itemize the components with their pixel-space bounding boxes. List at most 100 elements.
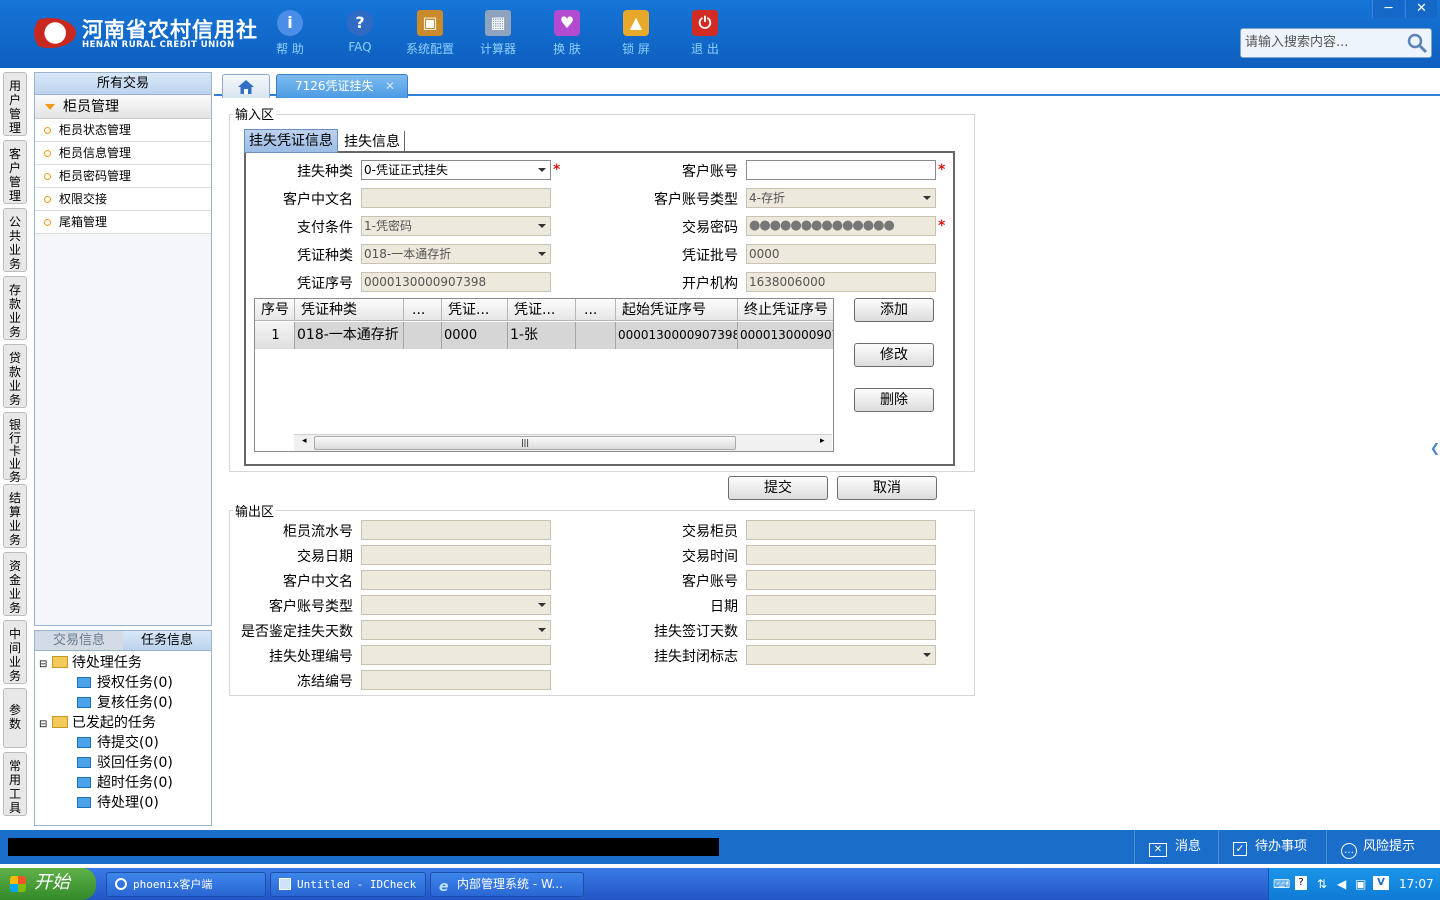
account-type-select[interactable]: 4-存折 bbox=[746, 188, 936, 208]
taskbar-item-idcheck[interactable]: Untitled - IDCheck bbox=[270, 872, 426, 897]
col-header[interactable]: 终止凭证序号 bbox=[738, 299, 833, 321]
label-freeze-no: 冻结编号 bbox=[297, 674, 353, 690]
col-header[interactable]: 凭证... bbox=[442, 299, 508, 321]
tab-trade-info[interactable]: 交易信息 bbox=[35, 631, 123, 650]
col-header[interactable]: ... bbox=[576, 299, 616, 321]
nav-item-teller-status[interactable]: 柜员状态管理 bbox=[35, 119, 211, 142]
voucher-seq-input[interactable]: 0000130000907398 bbox=[361, 272, 551, 292]
tab-task-info[interactable]: 任务信息 bbox=[123, 631, 211, 650]
tree-initiated[interactable]: ⊟ 已发起的任务 bbox=[39, 713, 156, 735]
home-tab[interactable] bbox=[222, 74, 270, 98]
app-icon bbox=[279, 878, 291, 890]
label-out-account-type: 客户账号类型 bbox=[269, 599, 353, 615]
submit-button[interactable]: 提交 bbox=[728, 476, 828, 500]
v-icon[interactable]: V bbox=[1373, 876, 1389, 890]
tree-review[interactable]: 复核任务(0) bbox=[77, 693, 173, 713]
close-flag-select[interactable] bbox=[746, 645, 936, 665]
chat-icon: … bbox=[1341, 843, 1357, 859]
account-input[interactable] bbox=[746, 160, 936, 180]
vtab-card[interactable]: 银行卡业务 bbox=[3, 412, 27, 484]
vtab-deposit[interactable]: 存款业务 bbox=[3, 276, 27, 340]
close-window-button[interactable]: ✕ bbox=[1405, 0, 1437, 18]
todo-button[interactable]: ✓ 待办事项 bbox=[1218, 830, 1322, 864]
help-tray-icon[interactable]: ? bbox=[1295, 876, 1307, 890]
help-button[interactable]: i帮 助 bbox=[255, 8, 325, 60]
col-header[interactable]: 起始凭证序号 bbox=[616, 299, 738, 321]
faq-button[interactable]: ? FAQ bbox=[325, 8, 395, 60]
nav-item-tail-box[interactable]: 尾箱管理 bbox=[35, 211, 211, 234]
col-header[interactable]: 序号 bbox=[255, 299, 295, 321]
task-icon bbox=[77, 697, 91, 708]
tab-loss-info[interactable]: 挂失信息 bbox=[340, 131, 405, 153]
vtab-settlement[interactable]: 结算业务 bbox=[3, 484, 27, 548]
col-header[interactable]: ... bbox=[404, 299, 442, 321]
nav-item-teller-info[interactable]: 柜员信息管理 bbox=[35, 142, 211, 165]
tree-timeout[interactable]: 超时任务(0) bbox=[77, 773, 173, 793]
voucher-type-select[interactable]: 018-一本通存折 bbox=[361, 244, 551, 264]
tree-pending[interactable]: ⊟ 待处理任务 bbox=[39, 653, 142, 675]
task-icon bbox=[77, 677, 91, 688]
pay-condition-select[interactable]: 1-凭密码 bbox=[361, 216, 551, 236]
nav-group-teller[interactable]: 柜员管理 bbox=[35, 95, 211, 119]
start-button[interactable]: 开始 bbox=[0, 868, 96, 900]
edit-button[interactable]: 修改 bbox=[854, 343, 934, 367]
tree-to-process[interactable]: 待处理(0) bbox=[77, 793, 159, 813]
label-out-account: 客户账号 bbox=[682, 574, 738, 590]
messages-button[interactable]: ✕ 消息 bbox=[1134, 830, 1214, 864]
vtab-public[interactable]: 公共业务 bbox=[3, 208, 27, 272]
tab-voucher-info[interactable]: 挂失凭证信息 bbox=[244, 129, 338, 153]
out-account-type-select[interactable] bbox=[361, 595, 551, 615]
password-input[interactable]: ●●●●●●●●●●●●●● bbox=[746, 216, 936, 236]
horizontal-scrollbar[interactable]: ◂ ||| ▸ bbox=[294, 434, 832, 451]
vtab-params[interactable]: 参数 bbox=[3, 688, 27, 748]
sign-days-field bbox=[746, 620, 936, 640]
lock-button[interactable]: ▲ 锁 屏 bbox=[601, 8, 671, 60]
label-out-customer-name: 客户中文名 bbox=[283, 574, 353, 590]
vtab-customer[interactable]: 客户管理 bbox=[3, 140, 27, 204]
label-voucher-type: 凭证种类 bbox=[297, 248, 353, 264]
vtab-user[interactable]: 用户管理 bbox=[3, 72, 27, 136]
tab-voucher-loss[interactable]: 7126凭证挂失 ✕ bbox=[276, 74, 408, 98]
nav-item-permission-handover[interactable]: 权限交接 bbox=[35, 188, 211, 211]
scroll-thumb[interactable]: ||| bbox=[314, 436, 736, 450]
scroll-left-icon[interactable]: ◂ bbox=[302, 436, 307, 446]
status-message-area bbox=[8, 838, 719, 856]
close-tab-icon[interactable]: ✕ bbox=[385, 75, 395, 97]
network-icon[interactable]: ⇅ bbox=[1317, 868, 1327, 900]
search-input[interactable]: 请输入搜索内容... bbox=[1240, 28, 1432, 58]
loss-type-select[interactable]: 0-凭证正式挂失 bbox=[361, 160, 551, 180]
vtab-middle[interactable]: 中间业务 bbox=[3, 620, 27, 684]
minimize-button[interactable]: ─ bbox=[1372, 0, 1404, 18]
search-icon[interactable] bbox=[1405, 31, 1429, 55]
out-account-field bbox=[746, 570, 936, 590]
nav-item-teller-password[interactable]: 柜员密码管理 bbox=[35, 165, 211, 188]
required-mark: * bbox=[553, 162, 561, 178]
add-button[interactable]: 添加 bbox=[854, 298, 934, 322]
arrow-icon[interactable]: ◀ bbox=[1337, 868, 1346, 900]
system-config-button[interactable]: ▣ 系统配置 bbox=[395, 8, 465, 60]
vtab-tools[interactable]: 常用工具 bbox=[3, 752, 27, 816]
cancel-button[interactable]: 取消 bbox=[837, 476, 937, 500]
tree-auth[interactable]: 授权任务(0) bbox=[77, 673, 173, 693]
skin-button[interactable]: ♥ 换 肤 bbox=[532, 8, 602, 60]
risk-button[interactable]: … 风险提示 bbox=[1326, 830, 1440, 864]
col-header[interactable]: 凭证... bbox=[508, 299, 576, 321]
voucher-batch-input[interactable]: 0000 bbox=[746, 244, 936, 264]
label-trade-time: 交易时间 bbox=[682, 549, 738, 565]
tree-to-submit[interactable]: 待提交(0) bbox=[77, 733, 159, 753]
taskbar-item-phoenix[interactable]: phoenix客户端 bbox=[106, 872, 266, 897]
vtab-fund[interactable]: 资金业务 bbox=[3, 552, 27, 616]
col-header[interactable]: 凭证种类 bbox=[295, 299, 404, 321]
taskbar-item-ie[interactable]: e 内部管理系统 - W... bbox=[430, 872, 584, 897]
tree-rejected[interactable]: 驳回任务(0) bbox=[77, 753, 173, 773]
keyboard-icon[interactable]: ⌨ bbox=[1273, 868, 1290, 900]
delete-button[interactable]: 删除 bbox=[854, 388, 934, 412]
calculator-button[interactable]: ▦ 计算器 bbox=[463, 8, 533, 60]
monitor-icon[interactable]: ▣ bbox=[1355, 868, 1366, 900]
scroll-right-icon[interactable]: ▸ bbox=[820, 436, 825, 446]
logo: 河南省农村信用社 HENAN RURAL CREDIT UNION bbox=[24, 14, 257, 54]
vtab-loan[interactable]: 贷款业务 bbox=[3, 344, 27, 408]
collapse-right-icon[interactable]: ❮ bbox=[1430, 428, 1440, 468]
exit-button[interactable]: ⏻ 退 出 bbox=[670, 8, 740, 60]
check-days-select[interactable] bbox=[361, 620, 551, 640]
